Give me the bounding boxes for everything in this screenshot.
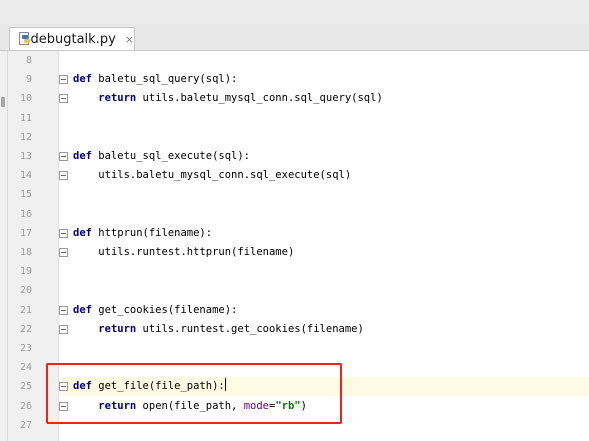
line-number: 21	[19, 305, 32, 316]
code-line: utils.baletu_mysql_conn.sql_execute(sql)	[73, 166, 351, 185]
code-line: utils.runtest.httprun(filename)	[73, 243, 294, 262]
keyword-token: def	[73, 150, 92, 162]
code-token: utils.runtest.httprun(filename)	[98, 246, 295, 258]
code-line: def baletu_sql_execute(sql):	[73, 147, 250, 166]
fold-collapse-icon[interactable]	[59, 306, 68, 315]
code-line: return utils.baletu_mysql_conn.sql_query…	[73, 89, 383, 108]
line-number: 24	[19, 362, 32, 373]
line-number: 9	[25, 74, 32, 85]
fold-collapse-icon[interactable]	[59, 229, 68, 238]
line-number: 14	[19, 170, 32, 181]
window-top-strip	[0, 0, 589, 25]
line-number: 17	[19, 228, 32, 239]
line-number: 27	[19, 420, 32, 431]
line-number: 11	[19, 113, 32, 124]
line-number: 23	[19, 343, 32, 354]
line-number: 13	[19, 151, 32, 162]
line-number: 22	[19, 324, 32, 335]
fold-end-icon[interactable]	[59, 248, 68, 257]
line-number: 10	[19, 93, 32, 104]
line-number: 12	[19, 132, 32, 143]
keyword-token: return	[98, 92, 137, 104]
line-number: 16	[19, 209, 32, 220]
left-tool-strip	[0, 51, 8, 441]
code-token: utils.runtest.get_cookies(filename)	[136, 323, 364, 335]
line-number: 26	[19, 401, 32, 412]
close-icon[interactable]: ×	[125, 33, 134, 46]
code-line: def baletu_sql_query(sql):	[73, 70, 237, 89]
fold-collapse-icon[interactable]	[59, 75, 68, 84]
code-line: def get_cookies(filename):	[73, 301, 237, 320]
code-line: return utils.runtest.get_cookies(filenam…	[73, 320, 364, 339]
code-token: utils.baletu_mysql_conn.sql_query(sql)	[136, 92, 383, 104]
editor-tab-bar: debugtalk.py ×	[0, 24, 589, 51]
code-token: utils.baletu_mysql_conn.sql_execute(sql)	[98, 169, 352, 181]
fold-end-icon[interactable]	[59, 94, 68, 103]
marker-icon	[1, 97, 5, 107]
keyword-token: def	[73, 73, 92, 85]
code-token: baletu_sql_query(sql):	[91, 73, 238, 85]
tab-debugtalk-py[interactable]: debugtalk.py ×	[9, 27, 135, 50]
fold-end-icon[interactable]	[59, 325, 68, 334]
code-token: baletu_sql_execute(sql):	[91, 150, 251, 162]
line-number: 15	[19, 189, 32, 200]
code-line: def httprun(filename):	[73, 224, 212, 243]
tab-filename: debugtalk.py	[30, 31, 116, 47]
line-number: 25	[19, 381, 32, 392]
fold-collapse-icon[interactable]	[59, 152, 68, 161]
line-number: 20	[19, 285, 32, 296]
line-number: 8	[25, 55, 32, 66]
code-token: get_cookies(filename):	[91, 304, 238, 316]
keyword-token: return	[98, 323, 137, 335]
keyword-token: def	[73, 304, 92, 316]
line-number: 18	[19, 247, 32, 258]
python-file-icon	[19, 32, 30, 46]
code-token: httprun(filename):	[91, 227, 213, 239]
line-number: 19	[19, 266, 32, 277]
keyword-token: def	[73, 227, 92, 239]
annotation-highlight-box	[46, 363, 342, 424]
fold-end-icon[interactable]	[59, 171, 68, 180]
